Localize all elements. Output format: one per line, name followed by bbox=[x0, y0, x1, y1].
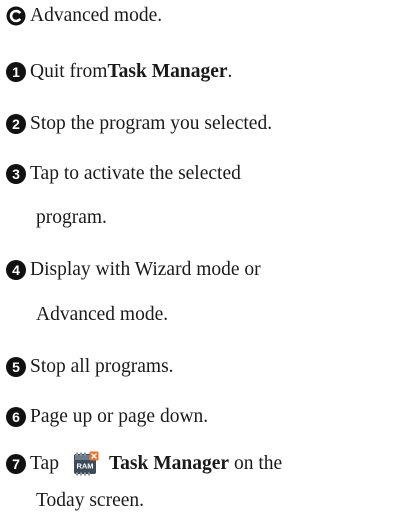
item-1-bold: Task Manager bbox=[107, 61, 228, 82]
item-7-bold: Task Manager bbox=[108, 453, 230, 474]
item-c: Advanced mode. bbox=[6, 4, 162, 28]
item-1-pre: Quit from bbox=[30, 61, 108, 82]
item-4-cont: Advanced mode. bbox=[36, 304, 169, 325]
ram-task-manager-icon: RAM bbox=[73, 451, 99, 477]
number-7-icon: 7 bbox=[6, 454, 26, 474]
item-1-post: . bbox=[227, 61, 233, 82]
item-2: 2 Stop the program you selected. bbox=[6, 112, 272, 136]
number-1-icon: 1 bbox=[6, 62, 26, 82]
item-5: 5 Stop all programs. bbox=[6, 355, 174, 379]
item-1: 1 Quit from Task Manager. bbox=[6, 60, 232, 84]
item-7-cont: Today screen. bbox=[36, 490, 145, 511]
ram-icon-text: RAM bbox=[76, 462, 93, 471]
item-7-post: on the bbox=[229, 453, 283, 474]
item-c-text: Advanced mode. bbox=[30, 5, 163, 26]
item-4: 4 Display with Wizard mode or bbox=[6, 258, 261, 282]
item-5-text: Stop all programs. bbox=[30, 356, 174, 377]
number-2-icon: 2 bbox=[6, 114, 26, 134]
item-3-text: Tap to activate the selected bbox=[30, 163, 241, 184]
item-4-text: Display with Wizard mode or bbox=[30, 259, 261, 280]
item-6: 6 Page up or page down. bbox=[6, 405, 208, 429]
number-6-icon: 6 bbox=[6, 407, 26, 427]
item-2-text: Stop the program you selected. bbox=[30, 113, 273, 134]
item-7-pre: Tap bbox=[30, 453, 59, 474]
item-6-text: Page up or page down. bbox=[30, 406, 209, 427]
item-3-cont: program. bbox=[36, 207, 107, 228]
number-5-icon: 5 bbox=[6, 357, 26, 377]
circled-c-icon bbox=[6, 6, 26, 26]
item-7: 7 Tap RAM Task Manager on the bbox=[6, 451, 283, 477]
item-3: 3 Tap to activate the selected bbox=[6, 162, 241, 186]
number-3-icon: 3 bbox=[6, 164, 26, 184]
manual-page: Advanced mode. 1 Quit from Task Manager.… bbox=[0, 0, 393, 517]
number-4-icon: 4 bbox=[6, 260, 26, 280]
